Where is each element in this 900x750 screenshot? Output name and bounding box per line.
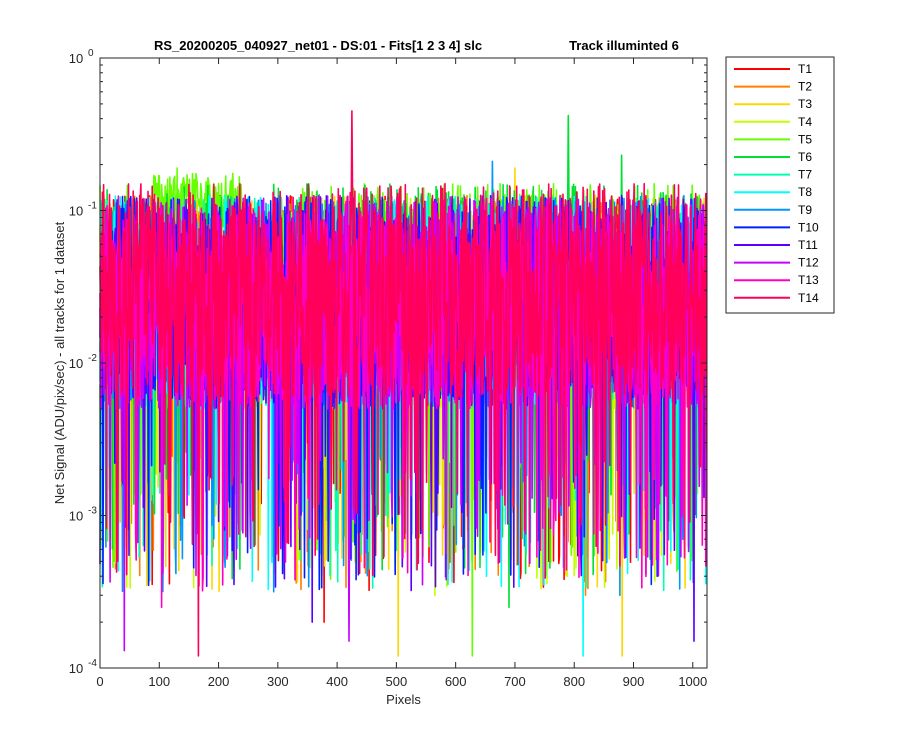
x-tick-label: 800 [563, 674, 585, 689]
legend-label-t8: T8 [798, 185, 812, 199]
legend: T1 T2 T3 T4 T5 T6 T7 T8 T9 T10 T11 T12 T13 T14 [725, 56, 835, 314]
legend-label-t10: T10 [798, 220, 819, 234]
y-tick-exponent: -1 [88, 201, 97, 212]
legend-label-t13: T13 [798, 273, 819, 287]
legend-label-t2: T2 [798, 80, 812, 94]
chart-subtitle: Track illuminted 6 [569, 38, 679, 53]
x-tick-label: 400 [326, 674, 348, 689]
y-tick-label: 10 [69, 661, 83, 676]
x-tick-label: 200 [208, 674, 230, 689]
x-tick-label: 100 [148, 674, 170, 689]
legend-label-t11: T11 [798, 238, 818, 252]
x-tick-label: 300 [267, 674, 289, 689]
y-tick-exponent: -4 [88, 658, 97, 669]
x-axis-label: Pixels [386, 692, 421, 707]
legend-label-t12: T12 [798, 256, 819, 270]
x-tick-label: 500 [386, 674, 408, 689]
chart: RS_20200205_040927_net01 - DS:01 - Fits[… [0, 0, 900, 750]
x-tick-label: 700 [504, 674, 526, 689]
y-tick-label: 10 [69, 51, 83, 66]
legend-label-t5: T5 [798, 132, 812, 146]
y-axis-label: Net Signal (ADU/pix/sec) - all tracks fo… [52, 221, 67, 504]
y-tick-label: 10 [69, 356, 83, 371]
legend-label-t1: T1 [798, 62, 812, 76]
legend-label-t4: T4 [798, 115, 812, 129]
legend-label-t7: T7 [798, 168, 812, 182]
legend-label-t14: T14 [798, 291, 819, 305]
legend-label-t9: T9 [798, 203, 812, 217]
x-tick-label: 600 [445, 674, 467, 689]
y-tick-exponent: -2 [88, 353, 97, 364]
legend-label-t6: T6 [798, 150, 812, 164]
y-tick-label: 10 [69, 204, 83, 219]
x-tick-label: 900 [623, 674, 645, 689]
legend-label-t3: T3 [798, 97, 812, 111]
y-tick-exponent: 0 [88, 48, 94, 59]
y-tick-label: 10 [69, 509, 83, 524]
y-tick-exponent: -3 [88, 506, 97, 517]
x-tick-label: 1000 [678, 674, 707, 689]
chart-title: RS_20200205_040927_net01 - DS:01 - Fits[… [154, 38, 482, 53]
x-tick-label: 0 [96, 674, 103, 689]
